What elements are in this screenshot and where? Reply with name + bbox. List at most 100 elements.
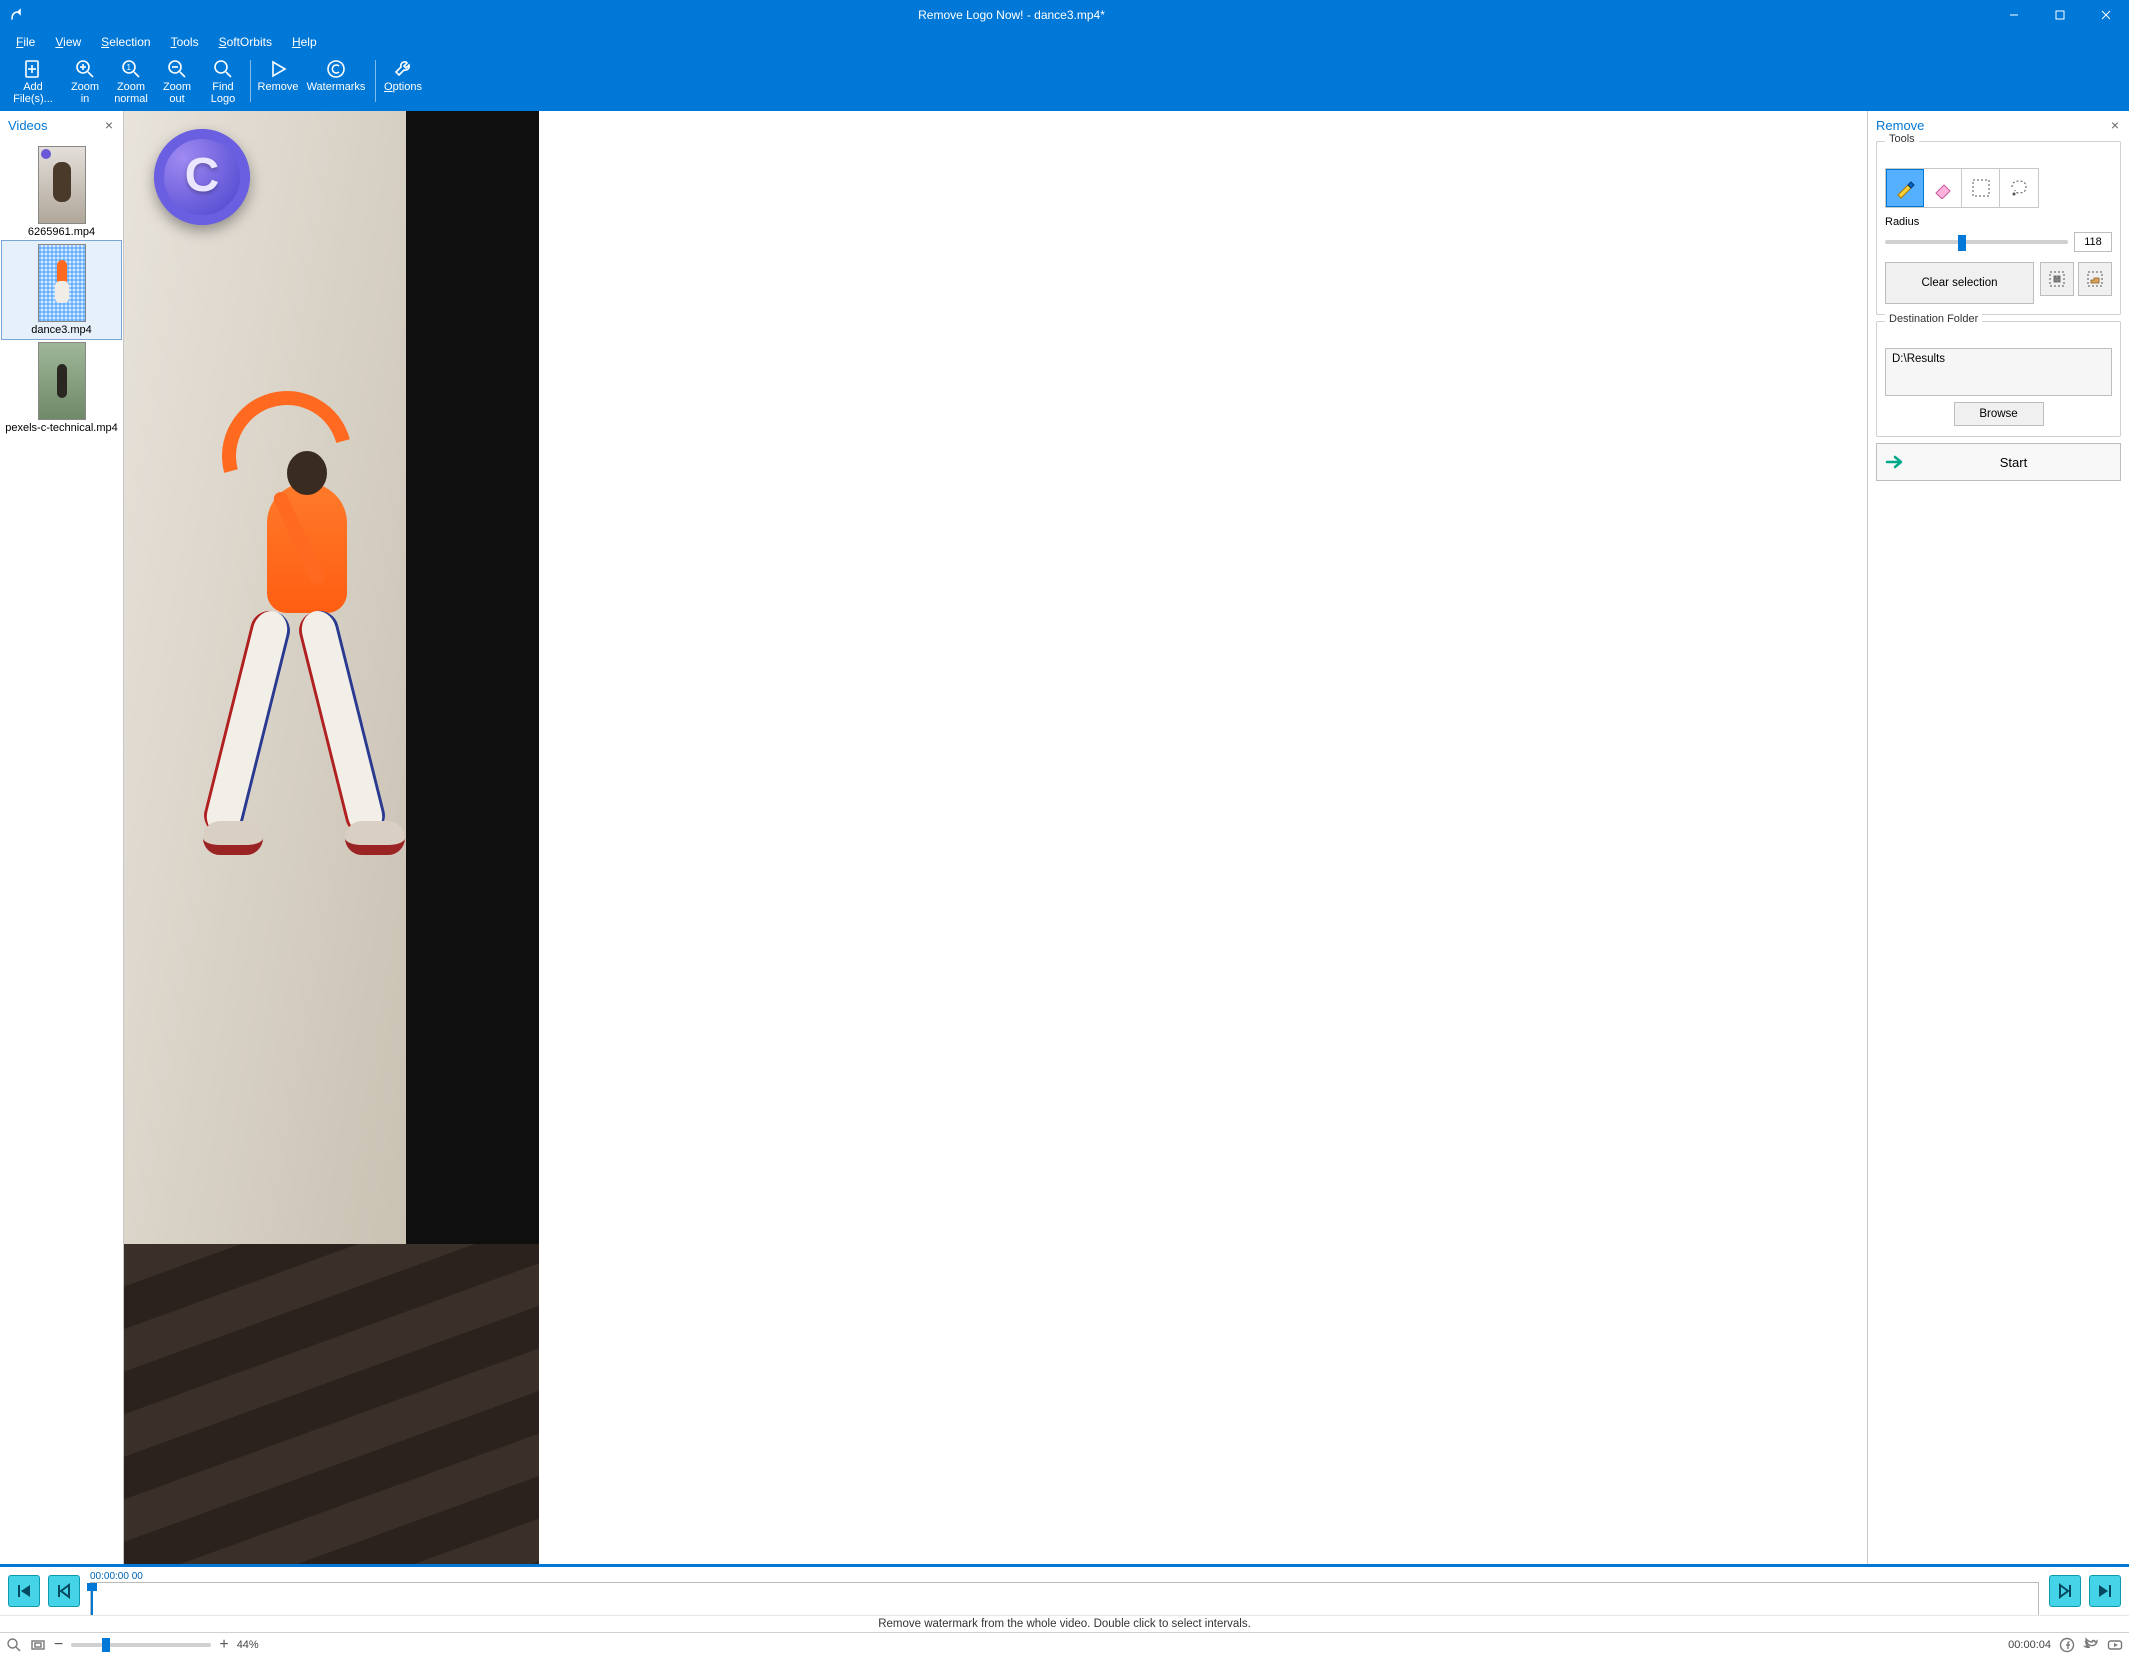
duration: 00:00:04 [2008,1639,2051,1651]
find-logo-label: Find Logo [211,82,235,105]
add-files-button[interactable]: Add File(s)... [4,54,62,108]
toolbar-separator [250,60,251,102]
facebook-icon[interactable] [2059,1637,2075,1653]
browse-button[interactable]: Browse [1954,402,2044,426]
main-content: Videos × 6265961.mp4 dance3.mp4 [0,110,2129,1564]
watermarks-label: Watermarks [307,82,366,94]
radius-slider[interactable] [1885,240,2068,244]
zoom-in-button[interactable]: Zoom in [62,54,108,108]
close-button[interactable] [2083,0,2129,30]
videos-pane-header: Videos × [0,111,123,139]
copyright-icon [325,56,347,82]
menu-selection[interactable]: Selection [91,32,160,52]
destination-path[interactable]: D:\Results [1885,348,2112,396]
find-logo-button[interactable]: Find Logo [200,54,246,108]
add-files-label: Add File(s)... [13,82,53,105]
video-item-selected[interactable]: dance3.mp4 [2,241,121,339]
remove-pane-close[interactable]: × [2109,117,2121,133]
remove-button[interactable]: Remove [255,54,301,108]
status-zoom-icon[interactable] [6,1637,22,1653]
options-label: Options [384,82,422,94]
timeline-help: Remove watermark from the whole video. D… [0,1615,2129,1632]
remove-pane-header: Remove × [1876,115,2121,135]
tool-row [1885,168,2039,208]
goto-end-button[interactable] [2089,1575,2121,1607]
load-selection-button[interactable] [2078,262,2112,296]
clear-row: Clear selection [1885,262,2112,304]
menu-view[interactable]: View [45,32,91,52]
remove-pane-title: Remove [1876,118,2109,133]
video-item[interactable]: pexels-c-technical.mp4 [2,339,121,437]
start-button[interactable]: Start [1876,443,2121,481]
zoom-out-label: Zoom out [163,82,191,105]
preview-area[interactable]: C [124,111,1867,1564]
menu-help[interactable]: Help [282,32,327,52]
timeline-body[interactable] [90,1583,2039,1615]
preview-canvas: C [124,111,539,1564]
zoom-normal-icon: 1 [120,56,142,82]
radius-value[interactable]: 118 [2074,232,2112,252]
save-selection-button[interactable] [2040,262,2074,296]
eraser-tool[interactable] [1924,169,1962,207]
minimize-button[interactable] [1991,0,2037,30]
prev-frame-button[interactable] [48,1575,80,1607]
main-toolbar: Add File(s)... Zoom in 1 Zoom normal Zoo… [0,54,2129,110]
tools-group: Tools Radius 118 C [1876,141,2121,315]
window-title: Remove Logo Now! - dance3.mp4* [32,8,1991,22]
window-buttons [1991,0,2129,30]
videos-pane-close[interactable]: × [103,117,115,133]
video-list: 6265961.mp4 dance3.mp4 pexels-c-technica… [0,139,123,1564]
options-button[interactable]: Options [380,54,426,108]
start-label: Start [1915,455,2112,470]
marker-tool[interactable] [1886,169,1924,207]
svg-text:1: 1 [127,63,132,72]
timeline-cursor[interactable] [91,1583,93,1615]
add-file-icon [22,56,44,82]
clear-selection-button[interactable]: Clear selection [1885,262,2034,304]
timeline-controls: 00:00:00 00 [0,1567,2129,1615]
zoom-out-button[interactable]: Zoom out [154,54,200,108]
destination-label: Destination Folder [1885,313,1982,325]
destination-group: Destination Folder D:\Results Browse [1876,321,2121,437]
maximize-button[interactable] [2037,0,2083,30]
video-name: 6265961.mp4 [26,226,97,238]
goto-start-button[interactable] [8,1575,40,1607]
youtube-icon[interactable] [2107,1637,2123,1653]
lasso-tool[interactable] [2000,169,2038,207]
time-current: 00:00:00 00 [90,1571,143,1582]
title-bar: Remove Logo Now! - dance3.mp4* [0,0,2129,30]
rectangle-select-tool[interactable] [1962,169,2000,207]
timeline-track[interactable]: 00:00:00 00 [90,1569,2039,1615]
status-bar: − + 44% 00:00:04 [0,1632,2129,1656]
menu-tools[interactable]: Tools [161,32,209,52]
remove-label: Remove [258,82,299,94]
zoom-slider[interactable] [71,1643,211,1647]
time-marks: 00:00:00 00 [90,1569,2039,1583]
radius-label: Radius [1885,216,2112,228]
videos-pane-title: Videos [8,118,103,133]
video-name: pexels-c-technical.mp4 [3,422,120,434]
wrench-icon [392,56,414,82]
watermarks-button[interactable]: Watermarks [301,54,371,108]
zoom-minus[interactable]: − [54,1636,63,1654]
menu-softorbits[interactable]: SoftOrbits [209,32,282,52]
menu-bar: File View Selection Tools SoftOrbits Hel… [0,30,2129,54]
video-item[interactable]: 6265961.mp4 [2,143,121,241]
video-thumbnail [38,342,86,420]
app-icon [6,5,26,25]
zoom-plus[interactable]: + [219,1636,228,1654]
video-frame-subject [197,373,417,883]
video-thumbnail [38,146,86,224]
menu-file[interactable]: File [6,32,45,52]
watermark-logo: C [154,129,250,225]
zoom-normal-label: Zoom normal [114,82,148,105]
zoom-normal-button[interactable]: 1 Zoom normal [108,54,154,108]
tools-group-label: Tools [1885,133,1919,145]
status-fit-icon[interactable] [30,1637,46,1653]
find-logo-icon [212,56,234,82]
next-frame-button[interactable] [2049,1575,2081,1607]
start-arrow-icon [1885,454,1905,470]
twitter-icon[interactable] [2083,1637,2099,1653]
zoom-out-icon [166,56,188,82]
videos-pane: Videos × 6265961.mp4 dance3.mp4 [0,111,124,1564]
